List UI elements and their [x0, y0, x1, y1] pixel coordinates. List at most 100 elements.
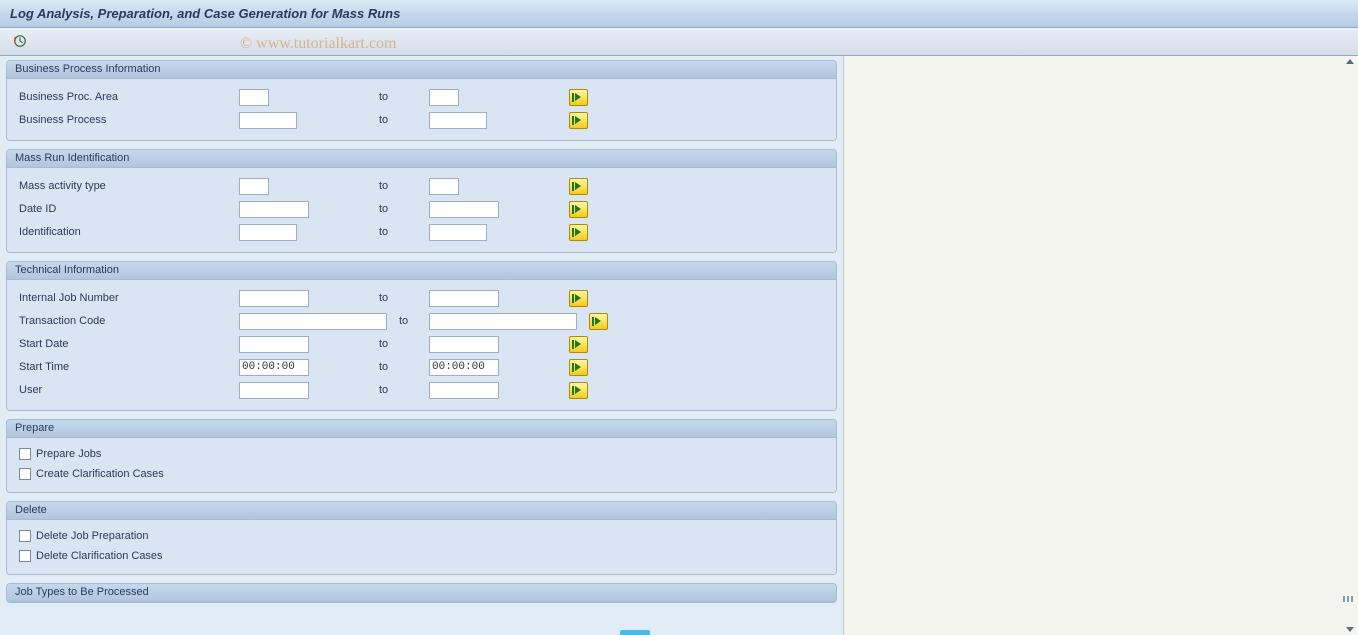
group-body: Business Proc. Area to Business Process … [7, 79, 836, 140]
checkbox-label: Delete Clarification Cases [36, 550, 163, 562]
multiple-selection-button[interactable] [569, 359, 588, 376]
row-business-proc-area: Business Proc. Area to [19, 86, 828, 108]
field-label: Date ID [19, 203, 239, 215]
group-header: Prepare [7, 420, 836, 438]
field-label: Internal Job Number [19, 292, 239, 304]
multiple-selection-button[interactable] [589, 313, 608, 330]
group-prepare: Prepare Prepare Jobs Create Clarificatio… [6, 419, 837, 493]
field-label: Transaction Code [19, 315, 239, 327]
row-prepare-jobs: Prepare Jobs [19, 444, 828, 464]
to-label: to [339, 180, 429, 192]
group-business-process-info: Business Process Information Business Pr… [6, 60, 837, 141]
field-label: Business Process [19, 114, 239, 126]
arrow-right-icon [575, 116, 581, 124]
business-process-from-input[interactable] [239, 112, 297, 129]
scroll-down-icon[interactable] [1346, 627, 1354, 632]
arrow-right-icon [595, 317, 601, 325]
vertical-scrollbar[interactable] [1342, 56, 1358, 635]
to-label: to [339, 114, 429, 126]
business-proc-area-to-input[interactable] [429, 89, 459, 106]
scroll-up-icon[interactable] [1346, 59, 1354, 64]
checkbox-label: Create Clarification Cases [36, 468, 164, 480]
identification-to-input[interactable] [429, 224, 487, 241]
arrow-right-icon [575, 363, 581, 371]
row-delete-clarification-cases: Delete Clarification Cases [19, 546, 828, 566]
to-label: to [339, 226, 429, 238]
arrow-right-icon [575, 228, 581, 236]
row-transaction-code: Transaction Code to [19, 310, 828, 332]
start-date-to-input[interactable] [429, 336, 499, 353]
to-label: to [339, 203, 429, 215]
field-label: User [19, 384, 239, 396]
resize-handle-icon[interactable] [1343, 596, 1355, 602]
row-create-clarification-cases: Create Clarification Cases [19, 464, 828, 484]
footer-indicator [620, 630, 650, 635]
internal-job-number-to-input[interactable] [429, 290, 499, 307]
business-proc-area-from-input[interactable] [239, 89, 269, 106]
multiple-selection-button[interactable] [569, 112, 588, 129]
arrow-right-icon [575, 340, 581, 348]
start-time-to-input[interactable] [429, 359, 499, 376]
group-technical-information: Technical Information Internal Job Numbe… [6, 261, 837, 411]
group-job-types: Job Types to Be Processed [6, 583, 837, 603]
internal-job-number-from-input[interactable] [239, 290, 309, 307]
arrow-right-icon [575, 294, 581, 302]
execute-clock-icon [13, 34, 27, 51]
user-from-input[interactable] [239, 382, 309, 399]
multiple-selection-button[interactable] [569, 382, 588, 399]
row-internal-job-number: Internal Job Number to [19, 287, 828, 309]
row-date-id: Date ID to [19, 198, 828, 220]
multiple-selection-button[interactable] [569, 89, 588, 106]
delete-clarification-cases-checkbox[interactable] [19, 550, 31, 562]
row-start-time: Start Time to [19, 356, 828, 378]
multiple-selection-button[interactable] [569, 336, 588, 353]
arrow-right-icon [575, 386, 581, 394]
row-mass-activity-type: Mass activity type to [19, 175, 828, 197]
multiple-selection-button[interactable] [569, 178, 588, 195]
start-date-from-input[interactable] [239, 336, 309, 353]
arrow-right-icon [575, 93, 581, 101]
to-label: to [399, 315, 429, 327]
to-label: to [339, 91, 429, 103]
arrow-right-icon [575, 182, 581, 190]
checkbox-label: Delete Job Preparation [36, 530, 149, 542]
start-time-from-input[interactable] [239, 359, 309, 376]
date-id-from-input[interactable] [239, 201, 309, 218]
row-delete-job-preparation: Delete Job Preparation [19, 526, 828, 546]
mass-activity-type-from-input[interactable] [239, 178, 269, 195]
title-bar: Log Analysis, Preparation, and Case Gene… [0, 0, 1358, 28]
group-body: Delete Job Preparation Delete Clarificat… [7, 520, 836, 574]
user-to-input[interactable] [429, 382, 499, 399]
field-label: Start Time [19, 361, 239, 373]
multiple-selection-button[interactable] [569, 224, 588, 241]
group-body: Mass activity type to Date ID to Ide [7, 168, 836, 252]
multiple-selection-button[interactable] [569, 201, 588, 218]
row-identification: Identification to [19, 221, 828, 243]
mass-activity-type-to-input[interactable] [429, 178, 459, 195]
page-title: Log Analysis, Preparation, and Case Gene… [10, 6, 400, 21]
create-clarification-cases-checkbox[interactable] [19, 468, 31, 480]
application-toolbar [0, 28, 1358, 56]
transaction-code-from-input[interactable] [239, 313, 387, 330]
prepare-jobs-checkbox[interactable] [19, 448, 31, 460]
to-label: to [339, 361, 429, 373]
execute-button[interactable] [10, 32, 30, 52]
business-process-to-input[interactable] [429, 112, 487, 129]
identification-from-input[interactable] [239, 224, 297, 241]
group-body: Internal Job Number to Transaction Code … [7, 280, 836, 410]
field-label: Mass activity type [19, 180, 239, 192]
delete-job-preparation-checkbox[interactable] [19, 530, 31, 542]
to-label: to [339, 292, 429, 304]
field-label: Start Date [19, 338, 239, 350]
right-panel [843, 56, 1358, 635]
group-header: Technical Information [7, 262, 836, 280]
transaction-code-to-input[interactable] [429, 313, 577, 330]
group-body: Prepare Jobs Create Clarification Cases [7, 438, 836, 492]
field-label: Identification [19, 226, 239, 238]
multiple-selection-button[interactable] [569, 290, 588, 307]
field-label: Business Proc. Area [19, 91, 239, 103]
content-wrap: Business Process Information Business Pr… [0, 56, 1358, 635]
to-label: to [339, 384, 429, 396]
date-id-to-input[interactable] [429, 201, 499, 218]
row-business-process: Business Process to [19, 109, 828, 131]
